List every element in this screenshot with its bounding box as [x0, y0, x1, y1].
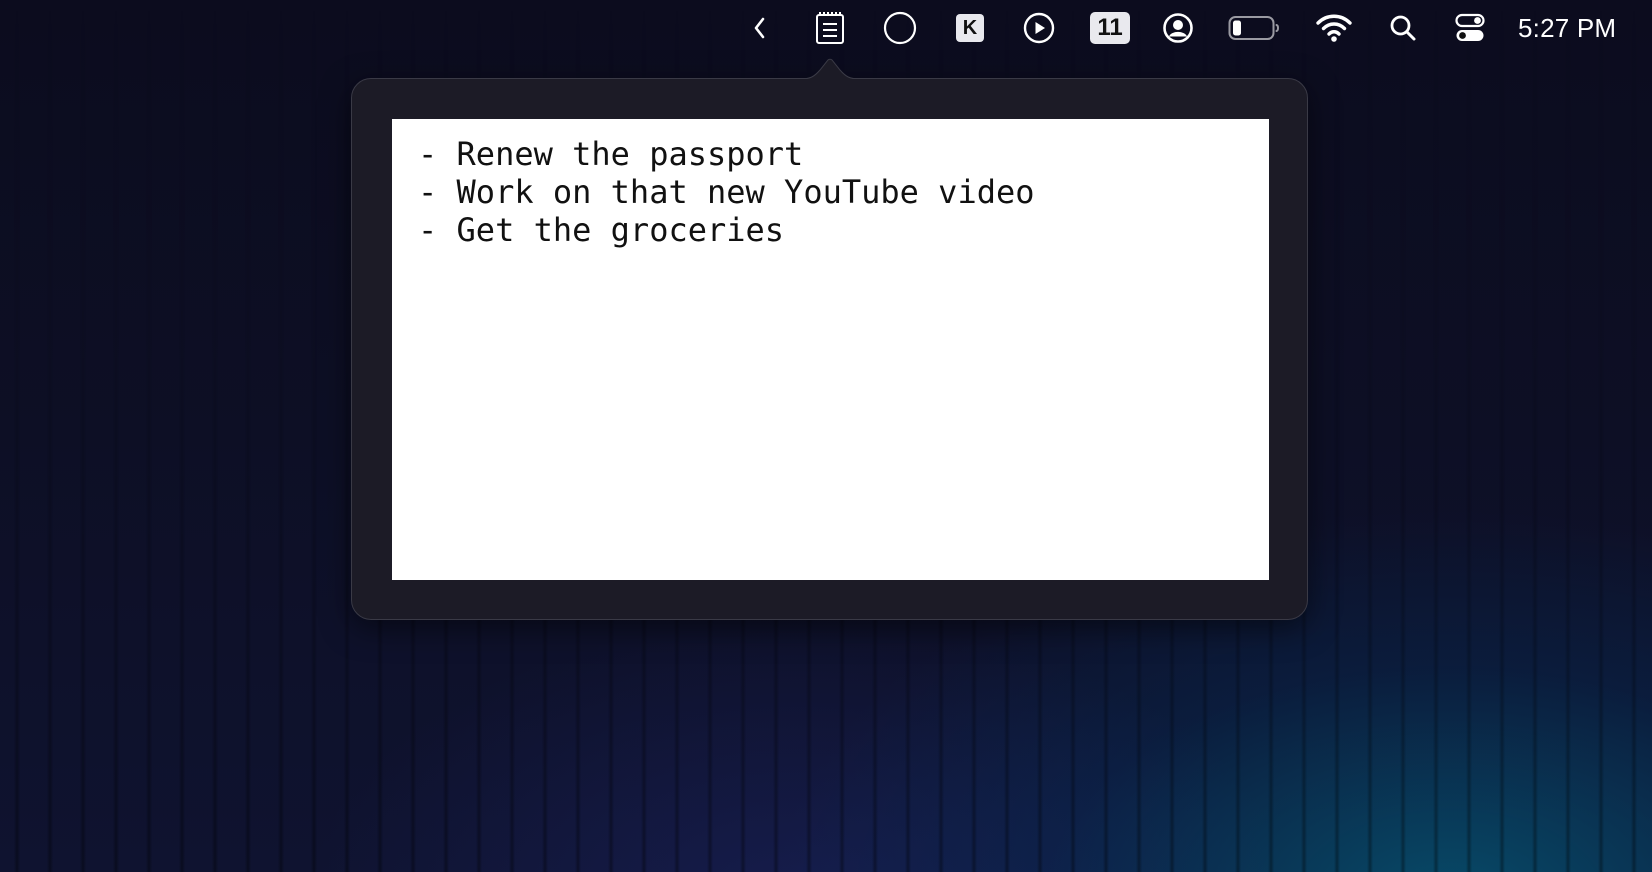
chevron-left-icon[interactable]	[748, 10, 772, 46]
battery-icon[interactable]	[1227, 10, 1281, 46]
note-line: - Get the groceries	[418, 211, 785, 249]
control-center-icon[interactable]	[1454, 10, 1486, 46]
k-app-icon[interactable]: K	[955, 10, 985, 46]
note-line: - Renew the passport	[418, 135, 804, 173]
wifi-icon[interactable]	[1314, 10, 1354, 46]
user-icon[interactable]	[1162, 10, 1194, 46]
circle-icon[interactable]	[882, 10, 918, 46]
note-text-area[interactable]: - Renew the passport - Work on that new Y…	[392, 119, 1269, 580]
menu-bar: K 11 5:27 PM	[0, 0, 1652, 56]
note-line: - Work on that new YouTube video	[418, 173, 1035, 211]
calendar-icon[interactable]: 11	[1089, 10, 1131, 46]
menubar-clock[interactable]: 5:27 PM	[1518, 10, 1644, 46]
search-icon[interactable]	[1388, 10, 1418, 46]
calendar-day: 11	[1090, 12, 1130, 44]
popover-arrow	[800, 58, 860, 80]
play-icon[interactable]	[1022, 10, 1056, 46]
notepad-icon[interactable]	[812, 10, 848, 46]
k-badge-label: K	[956, 14, 984, 42]
